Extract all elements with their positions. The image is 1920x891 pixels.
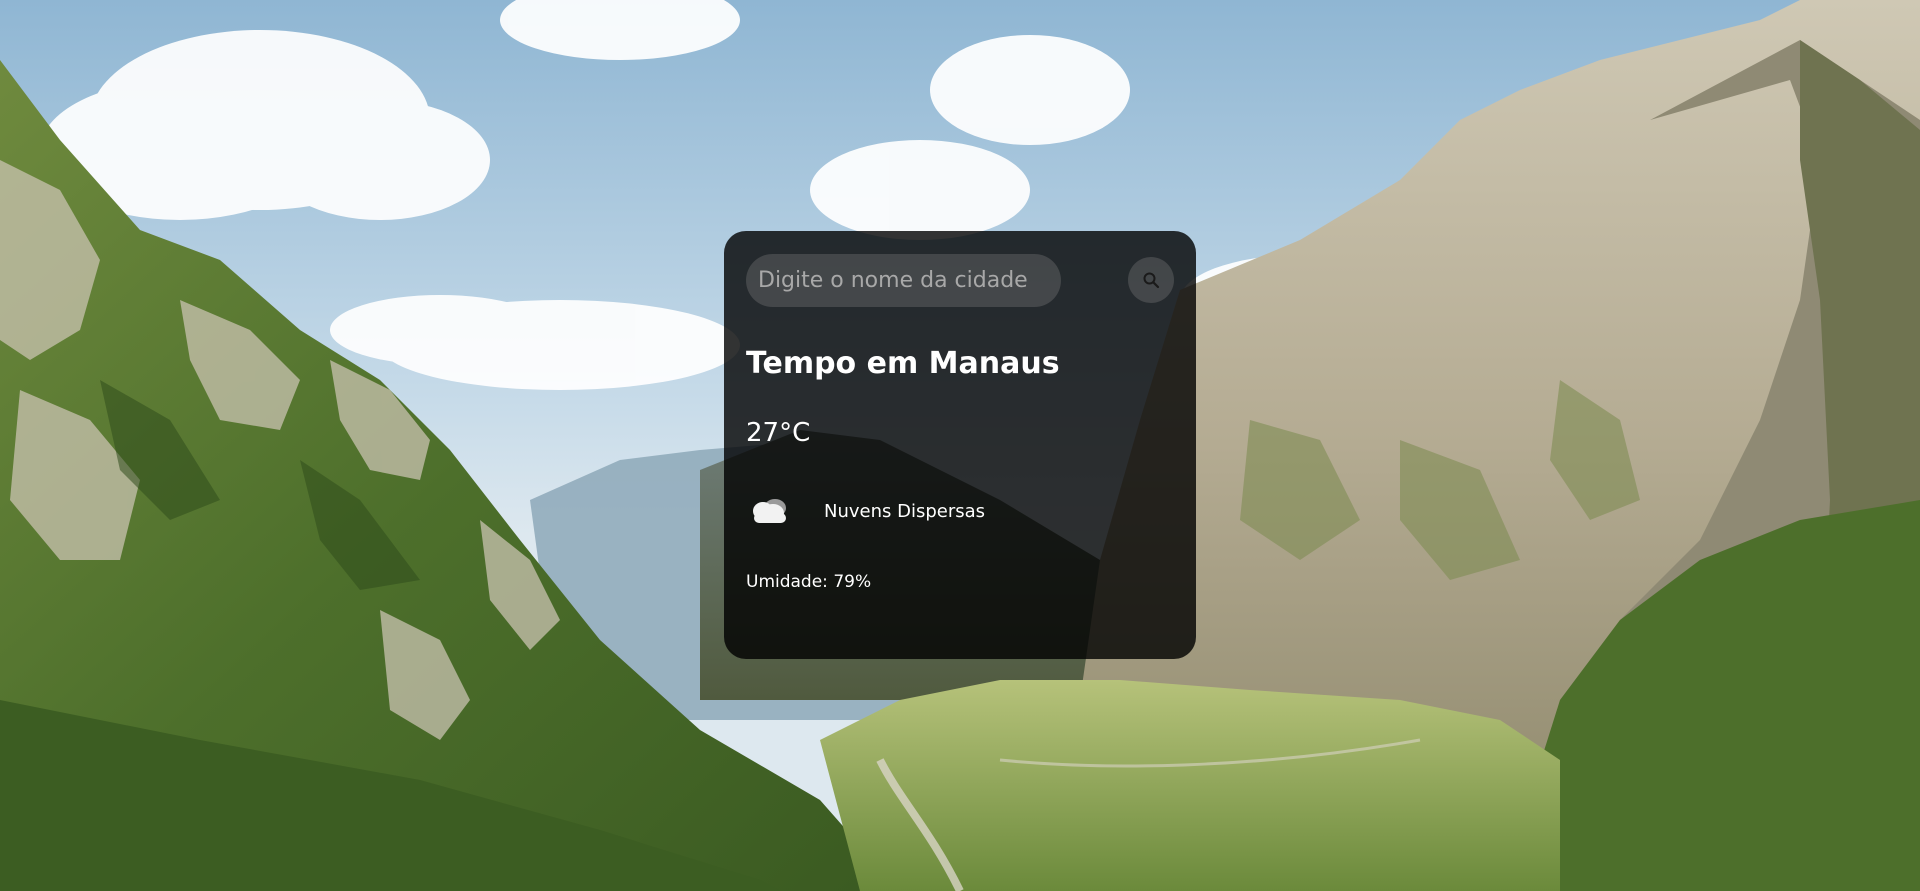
search-bar bbox=[746, 253, 1174, 307]
city-search-input[interactable] bbox=[746, 253, 1061, 307]
weather-app-page: Tempo em Manaus 27°C Nuvens Dispersas Um… bbox=[0, 0, 1920, 891]
temperature-value: 27°C bbox=[746, 418, 811, 448]
humidity-value: Umidade: 79% bbox=[746, 572, 872, 592]
weather-description: Nuvens Dispersas bbox=[824, 500, 986, 522]
cloud-icon bbox=[746, 489, 794, 533]
weather-description-row: Nuvens Dispersas bbox=[746, 489, 1174, 533]
search-icon bbox=[1143, 272, 1160, 289]
city-title: Tempo em Manaus bbox=[746, 346, 1060, 381]
search-button[interactable] bbox=[1128, 257, 1174, 303]
weather-card: Tempo em Manaus 27°C Nuvens Dispersas Um… bbox=[724, 231, 1196, 659]
